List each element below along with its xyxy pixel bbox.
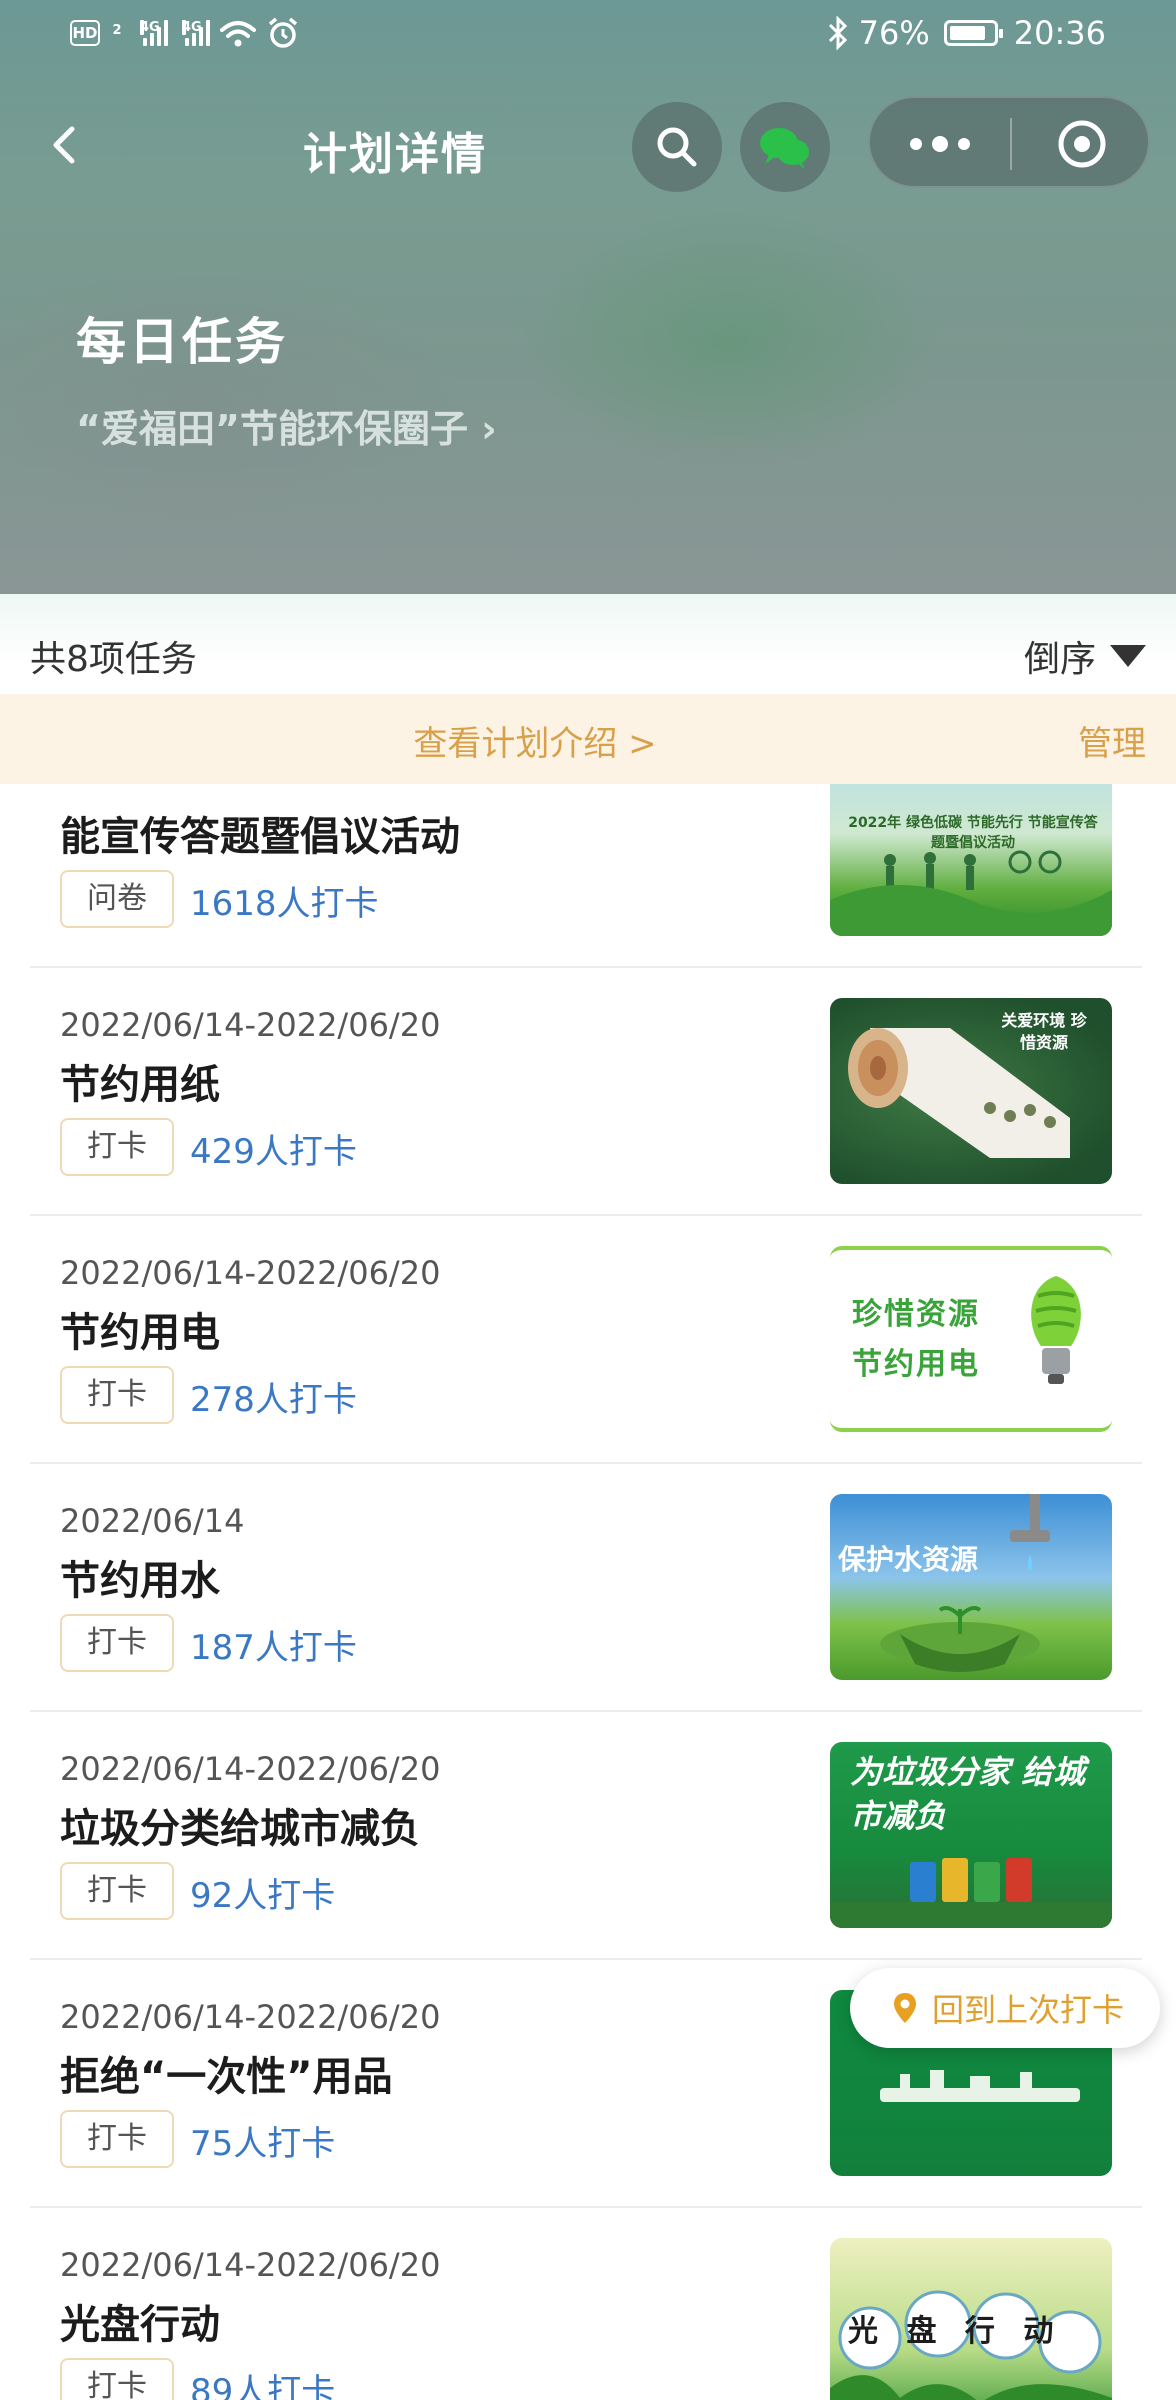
task-thumbnail: 关爱环境 珍惜资源: [830, 998, 1112, 1184]
target-icon: [1058, 120, 1106, 168]
task-thumbnail: 为垃圾分家 给城市减负: [830, 1742, 1112, 1928]
task-date: 2022/06/14-2022/06/20: [60, 2246, 441, 2284]
dot: [932, 136, 948, 152]
list-item[interactable]: 能宣传答题暨倡议活动 问卷 1618人打卡 2022年 绿色低碳 节能先行 节能…: [30, 784, 1142, 968]
task-summary-bar: 共8项任务 倒序: [0, 594, 1176, 694]
hd-badge: HD: [70, 20, 100, 46]
sim-indicator: 2: [112, 23, 122, 38]
sort-order-button[interactable]: 倒序: [1024, 630, 1146, 682]
checkin-count: 92人打卡: [190, 1876, 336, 1916]
task-list: 能宣传答题暨倡议活动 问卷 1618人打卡 2022年 绿色低碳 节能先行 节能…: [0, 784, 1176, 2400]
task-type-tag: 打卡: [60, 2358, 174, 2400]
triangle-down-icon: [1110, 645, 1146, 667]
task-type-tag: 问卷: [60, 870, 174, 928]
list-item[interactable]: 2022/06/14-2022/06/20 节约用纸 打卡 429人打卡 关爱环…: [30, 968, 1142, 1216]
task-type-tag: 打卡: [60, 1614, 174, 1672]
more-button[interactable]: [870, 98, 1010, 190]
lightbulb-icon: [1031, 1276, 1081, 1384]
recycle-bins-illustration: [830, 1858, 1112, 1928]
status-bar: HD 2 4G 4G 76% 20:36: [0, 0, 1176, 70]
checkin-count: 89人打卡: [190, 2372, 336, 2400]
task-type-tag: 打卡: [60, 1366, 174, 1424]
dot: [958, 138, 970, 150]
paper-roll-illustration: [848, 1028, 1070, 1158]
signal-icon: 4G: [182, 20, 210, 46]
task-thumbnail: 珍惜资源 节约用电: [830, 1246, 1112, 1432]
battery-icon: [943, 20, 1003, 46]
alarm-icon: [268, 17, 298, 48]
task-type-tag: 打卡: [60, 1118, 174, 1176]
list-item[interactable]: 2022/06/14-2022/06/20 光盘行动 打卡 89人打卡 光 盘 …: [30, 2208, 1142, 2400]
wechat-button[interactable]: [740, 102, 830, 192]
list-item[interactable]: 2022/06/14 节约用水 打卡 187人打卡 保护水资源: [30, 1464, 1142, 1712]
task-count: 共8项任务: [30, 639, 197, 680]
wifi-icon: [220, 21, 256, 47]
back-to-last-checkin-button[interactable]: 回到上次打卡: [850, 1968, 1160, 2048]
task-date: 2022/06/14-2022/06/20: [60, 1998, 441, 2036]
checkin-count: 75人打卡: [190, 2124, 336, 2164]
task-title: 拒绝“一次性”用品: [60, 2054, 393, 2100]
search-button[interactable]: [632, 102, 722, 192]
back-to-last-checkin-label: 回到上次打卡: [932, 1991, 1125, 2029]
task-date: 2022/06/14: [60, 1502, 245, 1540]
dot: [910, 138, 922, 150]
list-item[interactable]: 2022/06/14-2022/06/20 垃圾分类给城市减负 打卡 92人打卡…: [30, 1712, 1142, 1960]
sort-order-label: 倒序: [1023, 639, 1096, 680]
battery-percent: 76%: [858, 14, 930, 52]
task-date: 2022/06/14-2022/06/20: [60, 1006, 441, 1044]
task-title: 节约用水: [60, 1558, 220, 1604]
circle-link[interactable]: “爱福田”节能环保圈子 ›: [76, 398, 497, 453]
task-type-tag: 打卡: [60, 2110, 174, 2168]
checkin-count: 278人打卡: [190, 1380, 357, 1420]
wechat-icon: [760, 128, 809, 169]
signal-icon: 4G: [140, 20, 168, 46]
thumbnail-caption: 珍惜资源 节约用电: [852, 1297, 980, 1382]
water-tap-illustration: [880, 1494, 1050, 1672]
task-title: 能宣传答题暨倡议活动: [60, 814, 460, 860]
checkin-count: 187人打卡: [190, 1628, 357, 1668]
plan-title: 每日任务: [76, 313, 288, 371]
runners-illustration: [830, 850, 1112, 936]
plan-header: HD 2 4G 4G 76% 20:36 计划详情 每日任务 “爱福田”节能环保…: [0, 0, 1176, 594]
intro-bar: 查看计划介绍 > 管理: [0, 694, 1176, 784]
header-blur-decoration: [520, 210, 940, 470]
task-type-tag: 打卡: [60, 1862, 174, 1920]
view-intro-link[interactable]: 查看计划介绍 >: [0, 716, 1070, 765]
bluetooth-icon: [828, 16, 847, 50]
clock: 20:36: [1013, 14, 1106, 52]
search-icon: [657, 127, 697, 167]
task-title: 节约用纸: [60, 1062, 220, 1108]
task-thumbnail: 保护水资源: [830, 1494, 1112, 1680]
close-miniprogram-button[interactable]: [1012, 98, 1152, 190]
task-title: 光盘行动: [60, 2302, 220, 2348]
task-date: 2022/06/14-2022/06/20: [60, 1254, 441, 1292]
task-thumbnail: 2022年 绿色低碳 节能先行 节能宣传答题暨倡议活动: [830, 784, 1112, 936]
list-item[interactable]: 2022/06/14-2022/06/20 节约用电 打卡 278人打卡 珍惜资…: [30, 1216, 1142, 1464]
task-date: 2022/06/14-2022/06/20: [60, 1750, 441, 1788]
task-title: 垃圾分类给城市减负: [60, 1806, 420, 1852]
task-title: 节约用电: [60, 1310, 220, 1356]
checkin-count: 429人打卡: [190, 1132, 357, 1172]
checkin-count: 1618人打卡: [190, 884, 379, 924]
manage-button[interactable]: 管理: [1078, 716, 1146, 765]
location-pin-icon: [894, 1993, 916, 2023]
task-thumbnail: 光 盘 行 动: [830, 2238, 1112, 2400]
thumbnail-caption: 光 盘 行 动: [848, 2314, 1054, 2349]
miniprogram-capsule: [868, 96, 1150, 188]
